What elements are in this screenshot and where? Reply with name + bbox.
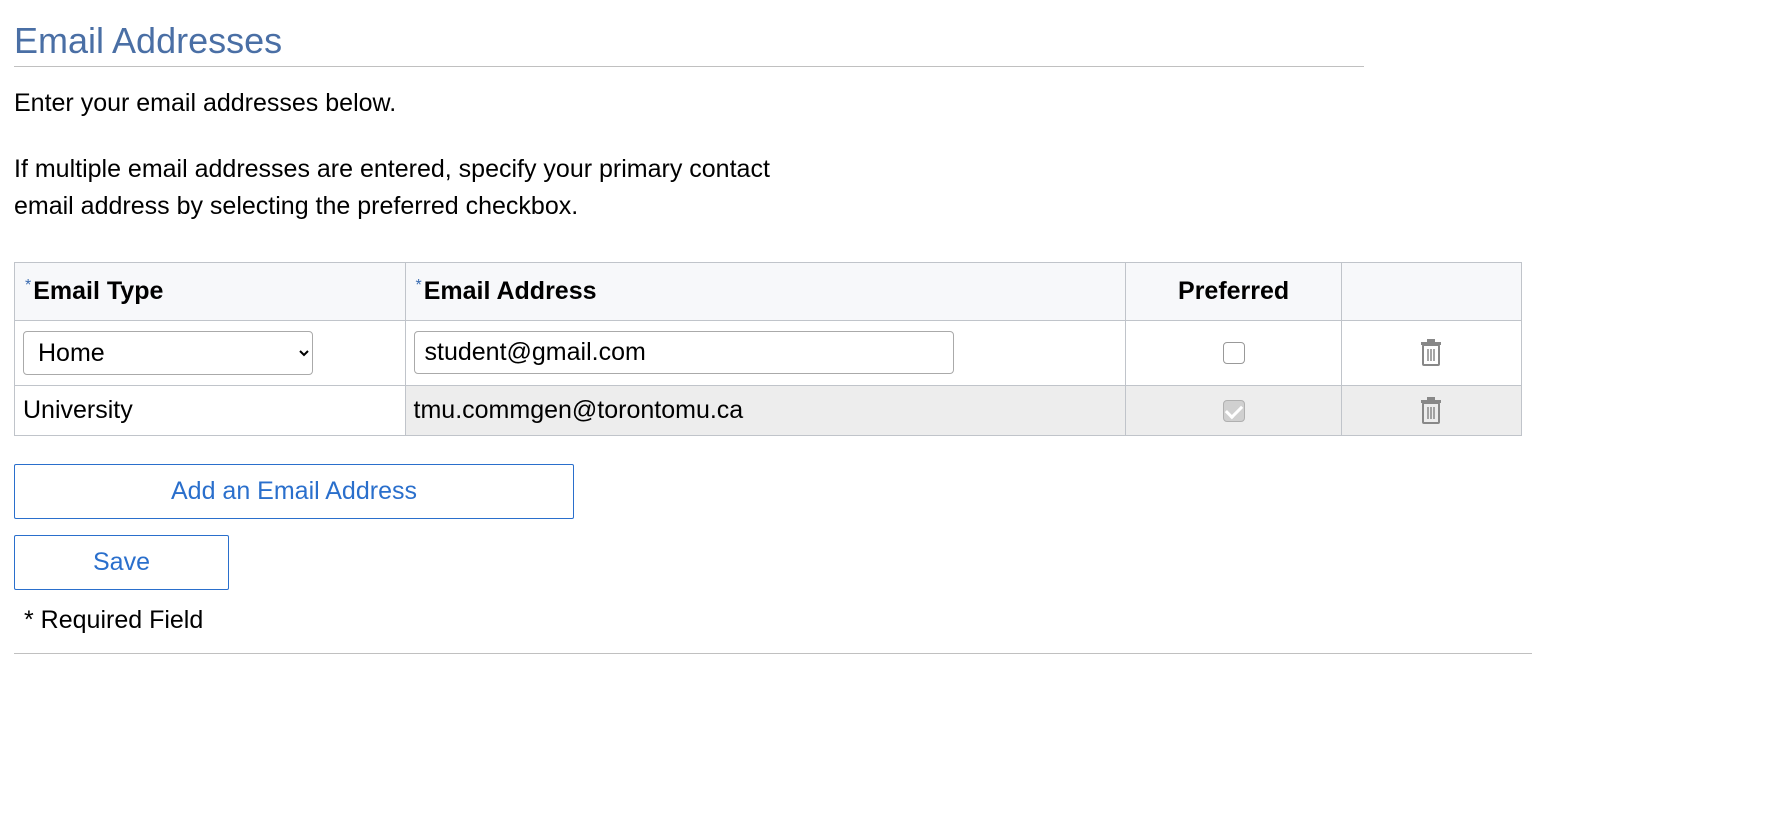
- page-title: Email Addresses: [14, 20, 1760, 62]
- header-preferred: Preferred: [1126, 262, 1341, 320]
- table-row: Home: [15, 320, 1522, 385]
- required-star-icon: *: [25, 277, 31, 294]
- trash-icon[interactable]: [1419, 397, 1443, 425]
- bottom-divider: [14, 653, 1532, 654]
- header-email-type-label: Email Type: [33, 277, 163, 305]
- required-star-icon: *: [416, 277, 422, 294]
- table-header-row: *Email Type *Email Address Preferred: [15, 262, 1522, 320]
- header-email-address: *Email Address: [405, 262, 1126, 320]
- instruction-line-2: If multiple email addresses are entered,…: [14, 151, 814, 226]
- header-email-type: *Email Type: [15, 262, 406, 320]
- save-button[interactable]: Save: [14, 535, 229, 590]
- instruction-line-1: Enter your email addresses below.: [14, 85, 814, 123]
- preferred-checkbox-disabled: [1223, 400, 1245, 422]
- instructions: Enter your email addresses below. If mul…: [14, 85, 814, 226]
- email-address-readonly: tmu.commgen@torontomu.ca: [405, 385, 1126, 435]
- email-type-readonly: University: [15, 385, 406, 435]
- email-type-select[interactable]: Home: [23, 331, 313, 375]
- required-field-note: * Required Field: [24, 606, 1760, 635]
- add-email-button[interactable]: Add an Email Address: [14, 464, 574, 519]
- table-row: University tmu.commgen@torontomu.ca: [15, 385, 1522, 435]
- header-actions: [1341, 262, 1521, 320]
- header-email-address-label: Email Address: [424, 277, 597, 305]
- title-divider: [14, 66, 1364, 67]
- email-address-input[interactable]: [414, 331, 954, 374]
- email-table: *Email Type *Email Address Preferred Hom…: [14, 262, 1522, 436]
- preferred-checkbox[interactable]: [1223, 342, 1245, 364]
- trash-icon[interactable]: [1419, 339, 1443, 367]
